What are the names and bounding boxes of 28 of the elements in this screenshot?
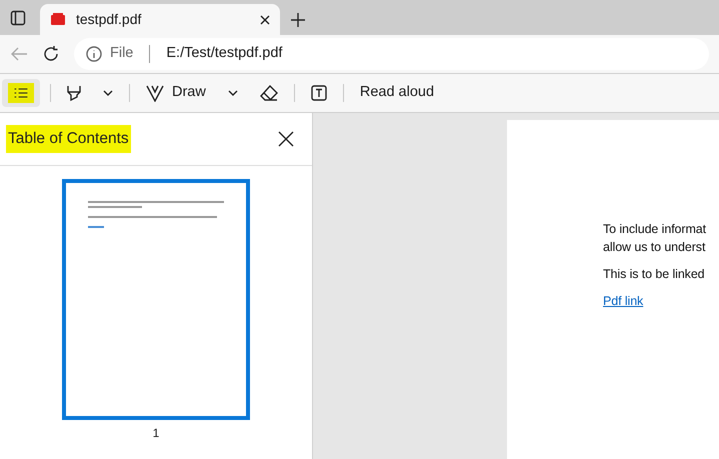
text-box-icon [310, 85, 327, 101]
tab-actions-icon[interactable] [10, 10, 26, 26]
read-aloud-button[interactable]: Read aloud [354, 78, 440, 108]
close-icon[interactable] [260, 14, 270, 24]
close-icon[interactable] [278, 131, 294, 147]
highlighter-icon [67, 85, 81, 101]
page-thumbnail[interactable] [62, 179, 250, 420]
tab-title: testpdf.pdf [76, 10, 142, 29]
pdf-link[interactable]: Pdf link [603, 294, 644, 308]
address-bar[interactable]: File E:/Test/testpdf.pdf [74, 38, 709, 70]
draw-button[interactable]: Draw [140, 78, 212, 108]
contents-icon [8, 83, 34, 103]
caret-icon [103, 90, 113, 96]
pen-icon [146, 84, 164, 102]
browser-tab[interactable]: testpdf.pdf [40, 4, 280, 35]
paragraph-text: To include informat allow us to underst [603, 221, 708, 256]
paragraph-text: This is to be linked [603, 266, 706, 284]
panel-title: Table of Contents [6, 125, 131, 153]
page-number: 1 [152, 425, 160, 442]
refresh-icon[interactable] [42, 45, 60, 63]
contents-button[interactable] [2, 79, 40, 107]
site-info-label: File [110, 44, 134, 64]
new-tab-icon[interactable] [290, 12, 306, 28]
info-icon [86, 46, 102, 62]
url-text: E:/Test/testpdf.pdf [166, 44, 282, 64]
pdf-file-icon [50, 12, 66, 28]
eraser-icon [260, 85, 278, 101]
caret-icon [228, 90, 238, 96]
